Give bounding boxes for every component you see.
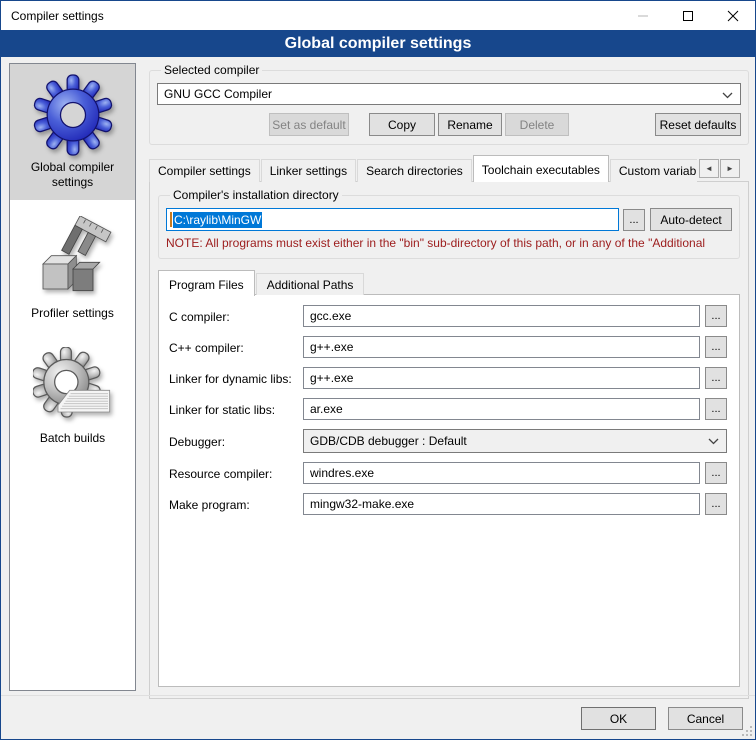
footer-divider [1,695,755,696]
install-dir-row: C:\raylib\MinGW ... Auto-detect [166,208,732,231]
tab-scroll-arrows: ◄ ► [699,159,740,178]
subtab-program-files[interactable]: Program Files [158,270,255,296]
subtab-additional-paths[interactable]: Additional Paths [256,273,365,295]
cpp-compiler-input[interactable] [303,336,700,358]
auto-detect-button[interactable]: Auto-detect [650,208,732,231]
resource-compiler-input[interactable] [303,462,700,484]
tab-scroll-left-icon[interactable]: ◄ [699,159,719,178]
field-row-linker-static: Linker for static libs: ... [169,398,727,420]
make-program-input[interactable] [303,493,700,515]
selected-compiler-group-label: Selected compiler [161,63,262,77]
install-dir-input[interactable]: C:\raylib\MinGW [166,208,619,231]
c-compiler-browse-button[interactable]: ... [705,305,727,327]
make-program-browse-button[interactable]: ... [705,493,727,515]
tab-toolchain-executables[interactable]: Toolchain executables [473,155,609,182]
install-dir-value: C:\raylib\MinGW [173,212,262,228]
rename-button[interactable]: Rename [438,113,502,136]
window-title: Compiler settings [1,9,620,23]
toolchain-subtabs: Program Files Additional Paths [158,269,740,295]
sidebar-item-label: Global compiler settings [14,160,131,190]
tab-linker-settings[interactable]: Linker settings [261,159,356,182]
debugger-dropdown[interactable]: GDB/CDB debugger : Default [303,429,727,453]
footer-buttons: OK Cancel [581,707,743,730]
compiler-tabs: Compiler settings Linker settings Search… [149,154,749,182]
cancel-button[interactable]: Cancel [668,707,743,730]
chevron-down-icon [708,438,719,445]
main-panel: Selected compiler GNU GCC Compiler Set a… [149,57,749,699]
profiler-icon [33,216,113,302]
selected-compiler-group: Selected compiler GNU GCC Compiler Set a… [149,63,749,145]
tabs-clip: Compiler settings Linker settings Search… [149,155,697,182]
copy-button[interactable]: Copy [369,113,435,136]
dialog-content: Global compiler settings [1,57,755,739]
delete-button: Delete [505,113,569,136]
maximize-button[interactable] [665,1,710,30]
linker-static-input[interactable] [303,398,700,420]
field-label: Linker for dynamic libs: [169,371,303,386]
tab-search-directories[interactable]: Search directories [357,159,472,182]
install-dir-browse-button[interactable]: ... [623,209,645,231]
resize-grip[interactable] [741,725,753,737]
field-row-c-compiler: C compiler: ... [169,305,727,327]
dialog-header-title: Global compiler settings [285,35,472,53]
linker-dynamic-input[interactable] [303,367,700,389]
minimize-icon [637,10,649,22]
sidebar-item-label: Profiler settings [14,306,131,321]
c-compiler-input[interactable] [303,305,700,327]
field-row-linker-dynamic: Linker for dynamic libs: ... [169,367,727,389]
field-label: Resource compiler: [169,466,303,481]
tab-compiler-settings[interactable]: Compiler settings [149,159,260,182]
linker-dynamic-browse-button[interactable]: ... [705,367,727,389]
title-bar: Compiler settings [1,1,755,30]
close-icon [727,10,739,22]
batch-builds-icon [33,347,113,427]
gear-blue-icon [33,74,113,156]
field-label: Make program: [169,497,303,512]
settings-category-list: Global compiler settings [9,63,136,691]
field-row-resource-compiler: Resource compiler: ... [169,462,727,484]
ok-button[interactable]: OK [581,707,656,730]
tab-custom-variables[interactable]: Custom variables [610,159,697,182]
field-row-make-program: Make program: ... [169,493,727,515]
compiler-buttons-row: Set as default Copy Rename Delete Reset … [157,113,741,136]
linker-static-browse-button[interactable]: ... [705,398,727,420]
field-label: C++ compiler: [169,340,303,355]
compiler-settings-dialog: Compiler settings Global compiler settin… [0,0,756,740]
chevron-down-icon [722,92,733,99]
sidebar-item-batch-builds[interactable]: Batch builds [10,337,135,456]
minimize-button [620,1,665,30]
resource-compiler-browse-button[interactable]: ... [705,462,727,484]
program-files-page: C compiler: ... C++ compiler: ... Linker… [158,294,740,687]
tab-scroll-right-icon[interactable]: ► [720,159,740,178]
dialog-header: Global compiler settings [1,30,755,57]
reset-defaults-button[interactable]: Reset defaults [655,113,741,136]
field-row-debugger: Debugger: GDB/CDB debugger : Default [169,429,727,453]
field-row-cpp-compiler: C++ compiler: ... [169,336,727,358]
close-button[interactable] [710,1,755,30]
debugger-value: GDB/CDB debugger : Default [310,434,467,448]
maximize-icon [682,10,694,22]
install-dir-group: Compiler's installation directory C:\ray… [158,188,740,259]
selected-compiler-dropdown[interactable]: GNU GCC Compiler [157,83,741,105]
sidebar-item-profiler-settings[interactable]: Profiler settings [10,206,135,331]
sidebar-item-global-compiler-settings[interactable]: Global compiler settings [10,64,135,200]
field-label: C compiler: [169,309,303,324]
selected-compiler-value: GNU GCC Compiler [164,87,272,101]
field-label: Linker for static libs: [169,402,303,417]
toolchain-executables-page: Compiler's installation directory C:\ray… [149,181,749,699]
field-label: Debugger: [169,434,303,449]
install-dir-group-label: Compiler's installation directory [170,188,342,202]
install-dir-note: NOTE: All programs must exist either in … [166,236,732,250]
text-caret [170,212,172,227]
cpp-compiler-browse-button[interactable]: ... [705,336,727,358]
set-as-default-button: Set as default [269,113,349,136]
sidebar-item-label: Batch builds [14,431,131,446]
